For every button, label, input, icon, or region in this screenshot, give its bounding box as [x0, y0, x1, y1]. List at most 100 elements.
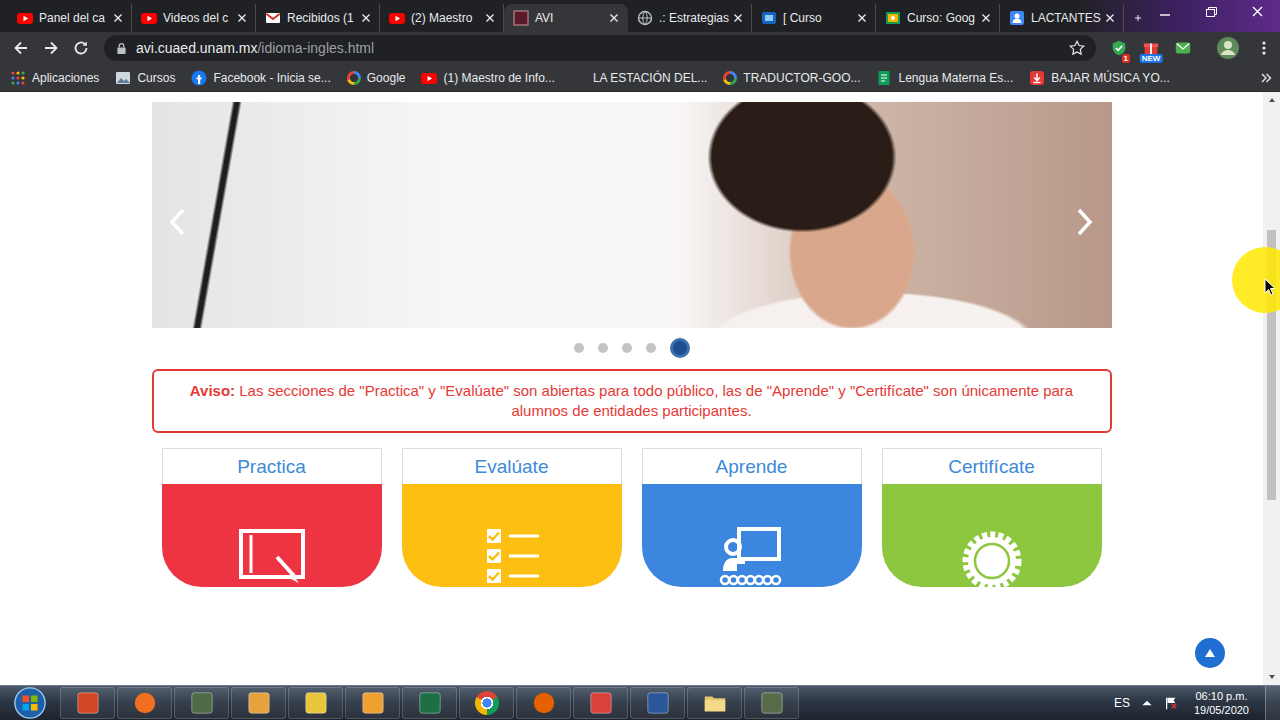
card-title: Aprende — [642, 448, 862, 484]
taskbar: ES 06:10 p.m.19/05/2020 — [0, 685, 1280, 720]
bookmark[interactable]: Cursos — [115, 70, 175, 86]
close-tab-icon[interactable] — [482, 10, 498, 26]
notice-box: Aviso: Las secciones de "Practica" y "Ev… — [152, 369, 1112, 433]
scroll-to-top-button[interactable] — [1195, 638, 1225, 668]
taskbar-app[interactable] — [60, 687, 115, 719]
taskbar-app[interactable] — [459, 687, 514, 719]
bookmark-star-icon[interactable] — [1068, 39, 1086, 57]
browser-tab[interactable]: Videos del c — [132, 4, 256, 32]
up-triangle-icon — [1204, 648, 1216, 658]
close-tab-icon[interactable] — [234, 10, 250, 26]
carousel-dot[interactable] — [574, 343, 584, 353]
show-desktop-button[interactable] — [1265, 686, 1280, 720]
blank-icon — [571, 70, 587, 86]
more-bookmarks-chevron-icon[interactable] — [1260, 72, 1272, 84]
reload-icon[interactable] — [66, 38, 96, 58]
taskbar-app[interactable] — [174, 687, 229, 719]
restore-icon[interactable] — [1188, 0, 1234, 24]
close-tab-icon[interactable] — [358, 10, 374, 26]
extension-button[interactable]: 1 — [1108, 37, 1130, 59]
start-button[interactable] — [0, 686, 60, 720]
address-bar[interactable]: avi.cuaed.unam.mx/idioma-ingles.html — [104, 35, 1096, 61]
section-card[interactable]: Certifícate — [882, 448, 1102, 587]
close-window-icon[interactable] — [1234, 0, 1280, 24]
bookmark[interactable]: Lengua Materna Es... — [876, 70, 1013, 86]
mouse-pointer-icon — [1264, 278, 1276, 296]
carousel-dot[interactable] — [646, 343, 656, 353]
taskbar-app[interactable] — [516, 687, 571, 719]
youtube-icon — [421, 70, 437, 86]
toolbar: avi.cuaed.unam.mx/idioma-ingles.html 1 NEW — [0, 32, 1280, 64]
extension-button[interactable] — [1172, 37, 1194, 59]
favicon-icon — [761, 10, 777, 26]
taskbar-app[interactable] — [744, 687, 799, 719]
bookmark[interactable]: LA ESTACIÓN DEL... — [571, 70, 707, 86]
taskbar-app[interactable] — [117, 687, 172, 719]
browser-tab[interactable]: [ Curso — [752, 4, 876, 32]
previous-chevron-icon[interactable] — [168, 207, 188, 237]
taskbar-app[interactable] — [573, 687, 628, 719]
close-tab-icon[interactable] — [854, 10, 870, 26]
bookmark[interactable]: TRADUCTOR-GOO... — [723, 71, 860, 85]
section-card[interactable]: Practica — [162, 448, 382, 587]
profile-icon — [1216, 36, 1240, 60]
scrollbar[interactable] — [1263, 92, 1280, 685]
bookmark-label: Cursos — [137, 71, 175, 85]
bookmark-label: Aplicaciones — [32, 71, 99, 85]
carousel-dot[interactable] — [622, 343, 632, 353]
minimize-icon[interactable] — [1142, 0, 1188, 24]
new-tab-plus-icon[interactable] — [1134, 10, 1142, 26]
carousel-dot[interactable] — [598, 343, 608, 353]
profile-avatar[interactable] — [1216, 36, 1240, 60]
scroll-up-icon[interactable] — [1267, 92, 1277, 108]
section-card[interactable]: Aprende — [642, 448, 862, 587]
extensions: 1 NEW — [1108, 36, 1274, 60]
back-arrow-icon[interactable] — [6, 38, 36, 58]
action-center-flag-icon[interactable] — [1164, 696, 1178, 710]
close-tab-icon[interactable] — [110, 10, 126, 26]
bookmark[interactable]: Aplicaciones — [10, 70, 99, 86]
extension-badge: 1 — [1122, 54, 1130, 63]
bookmark[interactable]: Facebook - Inicia se... — [191, 70, 330, 86]
scrollbar-thumb[interactable] — [1267, 230, 1276, 500]
browser-tab[interactable]: Curso: Goog — [876, 4, 1000, 32]
taskbar-app[interactable] — [402, 687, 457, 719]
window-controls — [1142, 0, 1280, 24]
close-tab-icon[interactable] — [1102, 10, 1118, 26]
viewport: Aviso: Las secciones de "Practica" y "Ev… — [0, 92, 1280, 685]
show-hidden-icons-icon[interactable] — [1140, 696, 1154, 710]
favicon-icon — [389, 10, 405, 26]
language-indicator[interactable]: ES — [1114, 696, 1130, 710]
close-tab-icon[interactable] — [606, 10, 622, 26]
bookmark[interactable]: (1) Maestro de Info... — [421, 70, 554, 86]
taskbar-app[interactable] — [231, 687, 286, 719]
browser-tab[interactable]: Recibidos (1 — [256, 4, 380, 32]
forward-arrow-icon[interactable] — [36, 38, 66, 58]
clock[interactable]: 06:10 p.m.19/05/2020 — [1188, 689, 1255, 717]
taskbar-app[interactable] — [687, 687, 742, 719]
menu-dots-icon[interactable] — [1260, 38, 1268, 58]
facebook-icon — [191, 70, 207, 86]
bookmark[interactable]: Google — [347, 71, 406, 85]
tile-app-icon — [588, 690, 614, 716]
bookmark[interactable]: BAJAR MÚSICA YO... — [1029, 70, 1169, 86]
section-card[interactable]: Evalúate — [402, 448, 622, 587]
scroll-down-icon[interactable] — [1267, 669, 1277, 685]
mail-icon — [1174, 39, 1192, 57]
tab-strip: Panel del caVideos del cRecibidos (1(2) … — [0, 0, 1280, 32]
tile-app-icon — [360, 690, 386, 716]
browser-tab[interactable]: Panel del ca — [8, 4, 132, 32]
browser-tab[interactable]: LACTANTES — [1000, 4, 1124, 32]
carousel-dot[interactable] — [670, 338, 690, 358]
taskbar-app[interactable] — [288, 687, 343, 719]
image-icon — [115, 70, 131, 86]
taskbar-app[interactable] — [345, 687, 400, 719]
extension-button[interactable]: NEW — [1140, 37, 1162, 59]
browser-tab[interactable]: AVI — [504, 4, 628, 32]
browser-tab[interactable]: .: Estrategias — [628, 4, 752, 32]
close-tab-icon[interactable] — [730, 10, 746, 26]
browser-tab[interactable]: (2) Maestro — [380, 4, 504, 32]
taskbar-app[interactable] — [630, 687, 685, 719]
close-tab-icon[interactable] — [978, 10, 994, 26]
next-chevron-icon[interactable] — [1074, 207, 1094, 237]
